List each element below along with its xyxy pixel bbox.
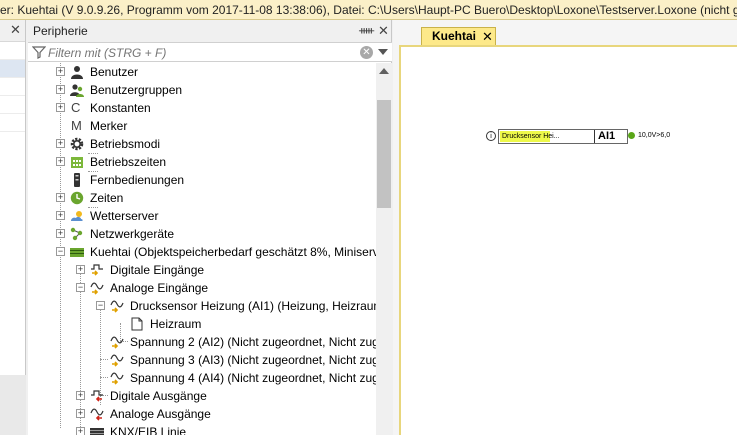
expand-icon[interactable]: + xyxy=(76,427,85,435)
miniserver-icon xyxy=(70,248,84,257)
analog-output-icon xyxy=(90,408,104,421)
digital-output-icon xyxy=(91,390,103,402)
window-title-bar: er: Kuehtai (V 9.0.9.26, Programm vom 20… xyxy=(0,0,737,20)
output-connector[interactable] xyxy=(628,132,635,139)
periphery-tree: + Benutzer + Benutzergruppen + C Konstan… xyxy=(28,63,376,435)
block-name: Drucksensor Hei... xyxy=(502,133,560,140)
tree-item-drucksensor-heizung[interactable]: − Drucksensor Heizung (AI1) (Heizung, He… xyxy=(28,297,376,315)
expand-icon[interactable]: + xyxy=(56,193,65,202)
analog-sensor-icon xyxy=(110,354,124,367)
tree-item-digitale-ausgaenge[interactable]: + Digitale Ausgänge xyxy=(28,387,376,405)
tree-item-benutzergruppen[interactable]: + Benutzergruppen xyxy=(28,81,376,99)
document-area: Kuehtai ✕ i Drucksensor Hei... AI1 10,0V… xyxy=(393,20,737,435)
window-title: er: Kuehtai (V 9.0.9.26, Programm vom 20… xyxy=(0,3,737,17)
left-panel-header: ✕ xyxy=(0,20,25,42)
constant-icon: C xyxy=(71,100,81,115)
block-output-value: 10,0V>6,0 xyxy=(638,132,671,139)
gear-icon xyxy=(70,137,84,151)
knx-icon xyxy=(90,428,104,435)
tree-item-heizraum[interactable]: Heizraum xyxy=(28,315,376,333)
expand-icon[interactable]: + xyxy=(76,391,85,400)
scrollbar-thumb[interactable] xyxy=(377,100,391,208)
close-icon[interactable]: ✕ xyxy=(10,22,21,38)
weather-icon xyxy=(71,211,83,221)
close-icon[interactable]: ✕ xyxy=(378,20,389,42)
clear-filter-icon[interactable]: ✕ xyxy=(360,46,373,59)
left-panel: ✕ xyxy=(0,20,26,435)
marker-icon: M xyxy=(71,118,82,133)
document-icon xyxy=(131,317,143,331)
tree-item-betriebsmodi[interactable]: + Betriebsmodi xyxy=(28,135,376,153)
expand-icon[interactable]: + xyxy=(56,211,65,220)
tree-item-analoge-ausgaenge[interactable]: + Analoge Ausgänge xyxy=(28,405,376,423)
analog-sensor-icon xyxy=(110,336,124,349)
expand-icon[interactable]: + xyxy=(56,85,65,94)
tree-item-digitale-eingaenge[interactable]: + Digitale Eingänge xyxy=(28,261,376,279)
tab-kuehtai[interactable]: Kuehtai ✕ xyxy=(421,27,496,45)
user-icon xyxy=(71,66,83,79)
user-group-icon xyxy=(70,84,84,97)
tab-label: Kuehtai xyxy=(432,29,477,43)
periphery-panel: Peripherie ᚔ ✕ ✕ + Benutzer xyxy=(28,20,392,435)
network-icon xyxy=(70,227,83,241)
expand-icon[interactable]: + xyxy=(56,67,65,76)
tree-item-merker[interactable]: M Merker xyxy=(28,117,376,135)
tree-item-analoge-eingaenge[interactable]: − Analoge Eingänge xyxy=(28,279,376,297)
filter-icon xyxy=(32,46,46,59)
left-panel-lower xyxy=(0,375,26,435)
block-id: AI1 xyxy=(598,130,616,142)
tree-item-spannung-4[interactable]: Spannung 4 (AI4) (Nicht zugeordnet, Nich… xyxy=(28,369,376,387)
analog-input-block[interactable]: i Drucksensor Hei... AI1 10,0V>6,0 xyxy=(486,129,670,145)
calendar-icon xyxy=(71,157,83,168)
list-item[interactable] xyxy=(0,114,25,132)
panel-title: Peripherie xyxy=(33,24,88,38)
expand-icon[interactable]: + xyxy=(76,409,85,418)
expand-icon[interactable]: + xyxy=(56,103,65,112)
filter-input[interactable] xyxy=(48,44,358,61)
periphery-header: Peripherie ᚔ ✕ xyxy=(28,20,391,42)
tree-item-fernbedienungen[interactable]: Fernbedienungen xyxy=(28,171,376,189)
analog-sensor-icon xyxy=(110,300,124,313)
tree-item-spannung-3[interactable]: Spannung 3 (AI3) (Nicht zugeordnet, Nich… xyxy=(28,351,376,369)
list-item[interactable] xyxy=(0,78,25,96)
scroll-up-icon[interactable] xyxy=(379,68,389,74)
analog-input-icon xyxy=(90,282,104,295)
tree-item-netzwerkgeraete[interactable]: + Netzwerkgeräte xyxy=(28,225,376,243)
list-item[interactable] xyxy=(0,42,25,60)
clock-icon xyxy=(70,191,84,205)
expand-icon[interactable]: + xyxy=(56,139,65,148)
list-item[interactable] xyxy=(0,96,25,114)
analog-sensor-icon xyxy=(110,372,124,385)
block-body[interactable]: Drucksensor Hei... AI1 xyxy=(498,129,628,144)
tree-item-spannung-2[interactable]: Spannung 2 (AI2) (Nicht zugeordnet, Nich… xyxy=(28,333,376,351)
block-separator xyxy=(594,130,595,143)
digital-input-icon xyxy=(91,264,103,276)
expand-icon[interactable]: + xyxy=(56,229,65,238)
tree-item-wetterserver[interactable]: + Wetterserver xyxy=(28,207,376,225)
expand-icon[interactable]: + xyxy=(56,157,65,166)
tree-item-konstanten[interactable]: + C Konstanten xyxy=(28,99,376,117)
dropdown-arrow-icon[interactable] xyxy=(378,49,388,55)
tree-item-benutzer[interactable]: + Benutzer xyxy=(28,63,376,81)
tree-item-zeiten[interactable]: + Zeiten xyxy=(28,189,376,207)
tree-item-betriebszeiten[interactable]: + Betriebszeiten xyxy=(28,153,376,171)
close-icon[interactable]: ✕ xyxy=(482,28,493,45)
pin-icon[interactable]: ᚔ xyxy=(359,20,374,42)
list-item[interactable] xyxy=(0,60,25,78)
remote-icon xyxy=(74,173,80,187)
collapse-icon[interactable]: − xyxy=(96,301,105,310)
tree-scrollbar[interactable] xyxy=(376,63,392,435)
collapse-icon[interactable]: − xyxy=(76,283,85,292)
collapse-icon[interactable]: − xyxy=(56,247,65,256)
filter-bar: ✕ xyxy=(28,42,392,62)
tree-item-kuehtai[interactable]: − Kuehtai (Objektspeicherbedarf geschätz… xyxy=(28,243,376,261)
tree-item-knx-eib-linie[interactable]: + KNX/EIB Linie xyxy=(28,423,376,435)
info-icon[interactable]: i xyxy=(486,131,496,141)
program-sheet[interactable]: i Drucksensor Hei... AI1 10,0V>6,0 xyxy=(399,45,737,435)
expand-icon[interactable]: + xyxy=(76,265,85,274)
